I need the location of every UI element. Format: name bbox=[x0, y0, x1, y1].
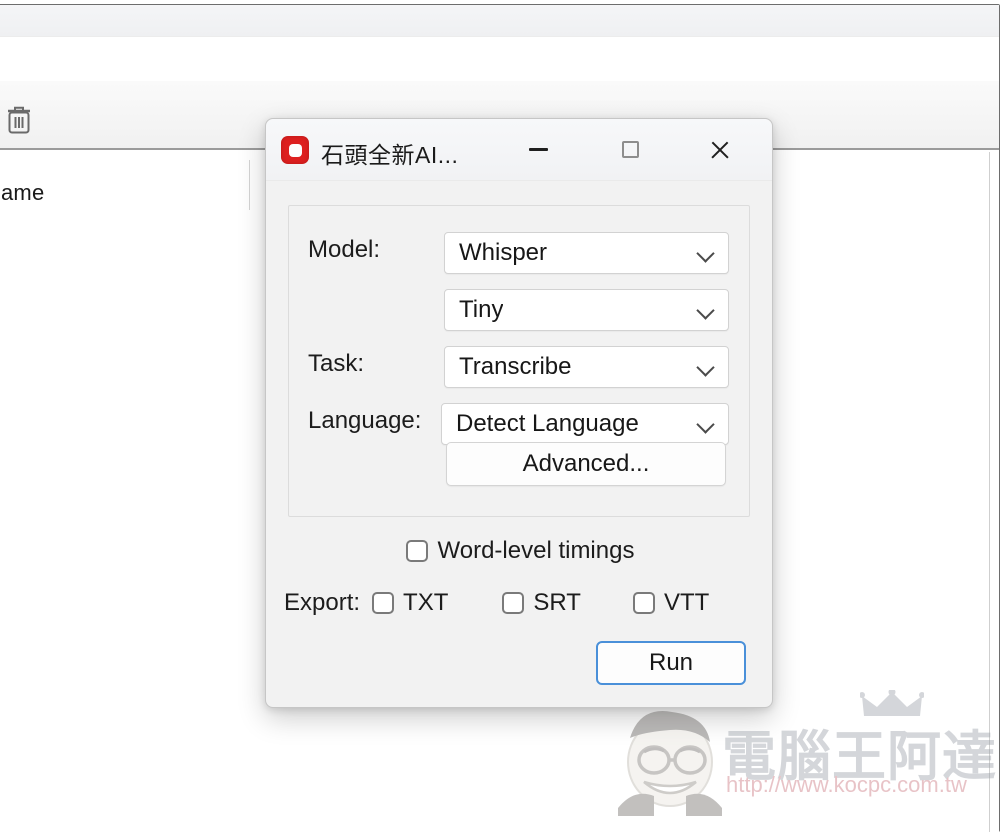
background-window-content-band bbox=[0, 37, 999, 81]
model-label: Model: bbox=[308, 236, 380, 264]
close-icon bbox=[709, 139, 731, 161]
list-right-edge bbox=[989, 152, 990, 832]
language-select-value: Detect Language bbox=[456, 410, 639, 438]
background-window-titlebar bbox=[0, 5, 999, 37]
minimize-icon bbox=[529, 148, 548, 151]
export-srt-label: SRT bbox=[533, 589, 581, 617]
word-level-timings-row[interactable]: Word-level timings bbox=[266, 537, 774, 565]
language-select[interactable]: Detect Language bbox=[441, 403, 729, 445]
export-txt-label: TXT bbox=[403, 589, 448, 617]
model-size-select-value: Tiny bbox=[459, 296, 503, 324]
chevron-down-icon bbox=[698, 360, 714, 376]
export-srt-checkbox[interactable] bbox=[502, 592, 524, 614]
task-label: Task: bbox=[308, 350, 364, 378]
chevron-down-icon bbox=[698, 246, 714, 262]
chevron-down-icon bbox=[698, 417, 714, 433]
model-size-select[interactable]: Tiny bbox=[444, 289, 729, 331]
export-srt-option[interactable]: SRT bbox=[502, 589, 581, 617]
transcription-dialog: 石頭全新AI... Model: Whisper bbox=[265, 118, 773, 708]
task-select[interactable]: Transcribe bbox=[444, 346, 729, 388]
export-row: Export: TXT SRT VTT bbox=[284, 589, 756, 617]
word-level-timings-checkbox[interactable] bbox=[406, 540, 428, 562]
export-vtt-label: VTT bbox=[664, 589, 709, 617]
app-icon-inner-dot bbox=[289, 144, 302, 157]
app-icon bbox=[281, 136, 309, 164]
export-txt-checkbox[interactable] bbox=[372, 592, 394, 614]
task-row: Task: Transcribe bbox=[289, 346, 749, 388]
export-txt-option[interactable]: TXT bbox=[372, 589, 448, 617]
language-row: Language: Detect Language bbox=[289, 403, 749, 445]
model-select-value: Whisper bbox=[459, 239, 547, 267]
export-vtt-option[interactable]: VTT bbox=[633, 589, 709, 617]
settings-groupbox: Model: Whisper Tiny Task: Transcribe bbox=[288, 205, 750, 517]
export-vtt-checkbox[interactable] bbox=[633, 592, 655, 614]
close-button[interactable] bbox=[686, 119, 754, 180]
chevron-down-icon bbox=[698, 303, 714, 319]
dialog-title: 石頭全新AI... bbox=[321, 136, 458, 170]
list-column-header: ame bbox=[1, 180, 44, 206]
maximize-button[interactable] bbox=[596, 119, 664, 180]
model-select[interactable]: Whisper bbox=[444, 232, 729, 274]
language-label: Language: bbox=[308, 407, 421, 435]
model-row: Model: Whisper bbox=[289, 232, 749, 274]
maximize-icon bbox=[622, 141, 639, 158]
word-level-timings-label: Word-level timings bbox=[438, 537, 635, 565]
screen: ame 石頭全新AI... Model: bbox=[0, 0, 1000, 832]
minimize-button[interactable] bbox=[504, 119, 572, 180]
list-column-divider bbox=[249, 160, 250, 210]
model-size-row: Tiny bbox=[289, 289, 749, 331]
trash-icon[interactable] bbox=[7, 106, 31, 134]
run-button[interactable]: Run bbox=[596, 641, 746, 685]
task-select-value: Transcribe bbox=[459, 353, 571, 381]
advanced-button[interactable]: Advanced... bbox=[446, 442, 726, 486]
export-label: Export: bbox=[284, 589, 360, 617]
dialog-titlebar[interactable]: 石頭全新AI... bbox=[266, 119, 772, 181]
